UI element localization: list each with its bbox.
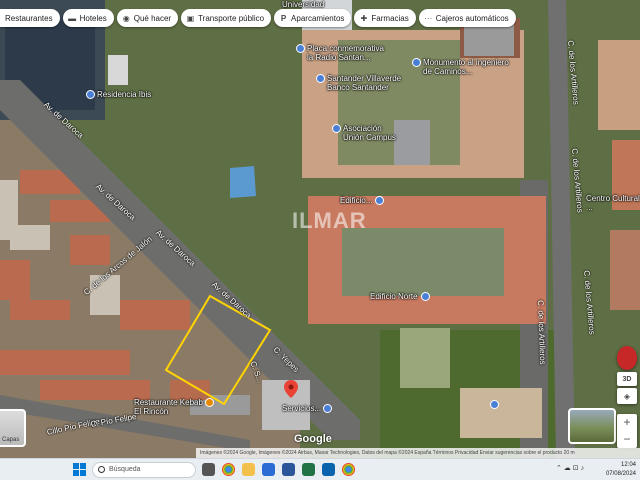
clock[interactable]: 12:04 07/08/2024: [598, 461, 640, 479]
chip-restaurantes[interactable]: Restaurantes: [0, 9, 60, 27]
poi-santander[interactable]: Santander Villaverde Banco Santander: [316, 74, 401, 92]
poi-residencia-label: Residencia Ibis: [97, 90, 152, 99]
category-chips: Restaurantes ▬ Hoteles ◉ Qué hacer ▣ Transp…: [0, 9, 516, 27]
zoom-control: + −: [617, 414, 637, 448]
poi-bottom[interactable]: Servicios...: [282, 404, 334, 414]
poi-asociacion-label: Asociación Unión Campus: [343, 124, 396, 142]
place-pin-icon: [375, 196, 385, 206]
parking-pin-icon: [490, 400, 499, 410]
hotel-pin-icon: [86, 90, 95, 100]
chip-farmacias[interactable]: ✚ Farmacias: [354, 9, 416, 27]
word-icon[interactable]: [282, 463, 295, 476]
parking-icon: P: [280, 13, 287, 23]
poi-edificio-norte[interactable]: Edificio Norte: [370, 292, 432, 302]
taskbar: Búsqueda ⌃ ☁ ⊡ ♪ 12:04 07/08/2024: [0, 458, 640, 480]
pharmacy-icon: ✚: [360, 13, 368, 23]
chip-aparcamientos-label: Aparcamientos: [291, 13, 345, 23]
food-pin-icon: [204, 398, 214, 408]
outlook-icon[interactable]: [322, 463, 335, 476]
poi-placa[interactable]: Placa conmemorativa la Radio Santan...: [296, 44, 384, 62]
task-view-icon[interactable]: [202, 463, 215, 476]
place-pin-icon: [332, 124, 341, 134]
windows-start-icon[interactable]: [73, 463, 86, 476]
poi-edificio-norte-label: Edificio Norte: [370, 292, 418, 301]
satellite-map[interactable]: Av. de Daroca Av. de Daroca Av. de Daroc…: [0, 0, 640, 458]
chip-cajeros-label: Cajeros automáticos: [435, 13, 509, 23]
chip-hoteles[interactable]: ▬ Hoteles: [62, 9, 114, 27]
place-pin-icon: [420, 292, 430, 302]
camera-icon: ◉: [122, 13, 130, 23]
poi-pabellon-label: Edificio...: [340, 196, 373, 205]
chip-que-hacer[interactable]: ◉ Qué hacer: [116, 9, 179, 27]
poi-santander-label: Santander Villaverde Banco Santander: [327, 74, 402, 92]
attribution-bar: Imágenes ©2024 Google, Imágenes ©2024 Ai…: [196, 448, 640, 458]
chip-hoteles-label: Hoteles: [79, 13, 107, 23]
zoom-out-button[interactable]: −: [617, 431, 637, 448]
chip-transporte-label: Transporte público: [198, 13, 265, 23]
chip-aparcamientos[interactable]: P Aparcamientos: [274, 9, 352, 27]
poi-asociacion[interactable]: Asociación Unión Campus: [332, 124, 396, 142]
chip-restaurantes-label: Restaurantes: [5, 13, 53, 23]
street-view-thumbnail[interactable]: [568, 408, 616, 444]
poi-pabellon[interactable]: Edificio...: [340, 196, 386, 206]
poi-placa-label: Placa conmemorativa la Radio Santan...: [307, 44, 384, 62]
clock-time: 12:04: [620, 462, 636, 468]
hotel-icon: ▬: [68, 13, 77, 23]
taskbar-search-placeholder: Búsqueda: [109, 466, 141, 473]
excel-icon[interactable]: [302, 463, 315, 476]
google-logo: Google: [294, 433, 332, 445]
3d-toggle-button[interactable]: 3D: [617, 372, 637, 386]
zoom-in-button[interactable]: +: [617, 414, 637, 431]
chip-cajeros[interactable]: ··· Cajeros automáticos: [418, 9, 516, 27]
poi-centro-cultural[interactable]: Centro Cultural ...: [586, 194, 640, 212]
taskbar-search-input[interactable]: Búsqueda: [92, 462, 196, 478]
chip-transporte[interactable]: ▣ Transporte público: [181, 9, 272, 27]
pegman-icon[interactable]: [617, 346, 637, 370]
clock-date: 07/08/2024: [605, 471, 636, 477]
file-explorer-icon[interactable]: [242, 463, 255, 476]
selected-location-pin-icon[interactable]: [284, 380, 298, 398]
chrome-active-icon[interactable]: [342, 463, 355, 476]
layers-label: Capas: [2, 437, 20, 443]
poi-pharmacy-label: Restaurante Kebab El Rincón: [134, 398, 203, 416]
more-icon: ···: [424, 13, 433, 23]
poi-pharmacy[interactable]: Restaurante Kebab El Rincón: [134, 398, 216, 416]
poi-residencia[interactable]: Residencia Ibis: [86, 90, 152, 100]
poi-bottom-label: Servicios...: [282, 404, 322, 413]
compass-icon[interactable]: ◈: [617, 388, 637, 404]
system-tray-icons[interactable]: ⌃ ☁ ⊡ ♪: [556, 464, 584, 472]
poi-centro-cultural-label: Centro Cultural ...: [586, 194, 640, 212]
layers-button[interactable]: Capas: [0, 409, 26, 447]
chip-farmacias-label: Farmacias: [371, 13, 409, 23]
poi-school[interactable]: [490, 400, 501, 410]
train-icon: ▣: [186, 13, 195, 23]
place-pin-icon: [412, 58, 421, 68]
place-pin-icon: [296, 44, 305, 54]
search-icon: [98, 466, 105, 473]
place-pin-icon: [323, 404, 333, 414]
store-icon[interactable]: [262, 463, 275, 476]
chrome-icon[interactable]: [222, 463, 235, 476]
poi-monumento-label: Monumento al ingeniero de Caminos...: [423, 58, 509, 76]
watermark: ILMAR: [292, 208, 367, 233]
poi-monumento[interactable]: Monumento al ingeniero de Caminos...: [412, 58, 509, 76]
chip-que-hacer-label: Qué hacer: [133, 13, 172, 23]
bank-icon: [316, 74, 325, 84]
